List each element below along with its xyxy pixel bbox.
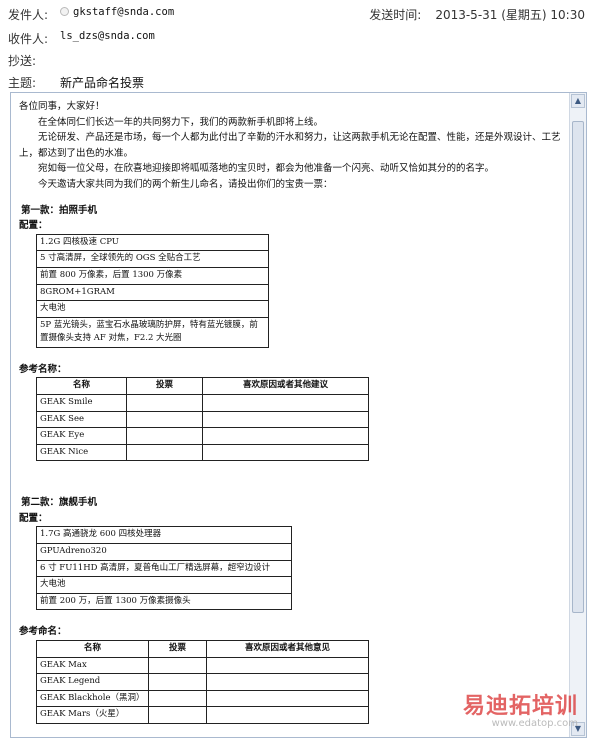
phone1-names-label: 参考名称： bbox=[19, 363, 67, 375]
vote-cell[interactable] bbox=[148, 706, 207, 724]
cc-row: 抄送: bbox=[0, 48, 595, 70]
name-cell: GEAK Eye bbox=[36, 427, 127, 445]
col-header-vote: 投票 bbox=[148, 640, 207, 658]
reason-cell[interactable] bbox=[202, 410, 369, 429]
name-cell: GEAK Nice bbox=[36, 443, 127, 462]
name-cell: GEAK Mars（火星） bbox=[36, 706, 149, 724]
col-header-reason: 喜欢原因或者其他意见 bbox=[206, 640, 369, 658]
spec-cell: 5 寸高清屏，全球领先的 OGS 全贴合工艺 bbox=[36, 250, 269, 268]
phone2-names-label: 参考命名： bbox=[19, 626, 67, 638]
table-row: GEAK Mars（火星） bbox=[36, 706, 369, 724]
vote-cell[interactable] bbox=[126, 410, 203, 429]
from-address[interactable]: gkstaff@snda.com bbox=[73, 6, 174, 18]
message-body: 各位同事，大家好！ 在全体同仁们长达一年的共同努力下，我们的两款新手机即将上线。… bbox=[11, 93, 569, 737]
vote-cell[interactable] bbox=[126, 443, 203, 462]
subject-value: 新产品命名投票 bbox=[60, 76, 145, 90]
col-header-name: 名称 bbox=[36, 640, 149, 658]
send-time: 发送时间: 2013-5-31 (星期五) 10:30 bbox=[369, 6, 585, 23]
spec-cell: 前置 800 万像素，后置 1300 万像素 bbox=[36, 266, 269, 285]
paragraph-2: 无论研发、产品还是市场，每一个人都为此付出了辛勤的汗水和努力，让这两款手机无论在… bbox=[19, 132, 561, 159]
watermark: 易迪拓培训 www.edatop.com bbox=[463, 688, 578, 729]
spec-cell: GPUAdreno320 bbox=[36, 543, 292, 561]
reason-cell[interactable] bbox=[206, 673, 369, 691]
to-label: 收件人: bbox=[8, 32, 49, 46]
table-row: GEAK Smile bbox=[36, 393, 369, 412]
send-time-value: 2013-5-31 (星期五) 10:30 bbox=[435, 8, 585, 22]
col-header-vote: 投票 bbox=[126, 377, 203, 395]
vote-cell[interactable] bbox=[126, 393, 203, 412]
phone1-names-table: 名称 投票 喜欢原因或者其他建议 GEAK Smile GEAK See GEA… bbox=[36, 377, 369, 462]
from-row: 发件人: gkstaff@snda.com 发送时间: 2013-5-31 (星期… bbox=[0, 2, 595, 24]
spec-cell: 5P 蓝光镜头，蓝宝石水晶玻璃防护屏，特有蓝光镀膜，前置摄像头支持 AF 对焦，… bbox=[36, 316, 269, 348]
subject-row: 主题: 新产品命名投票 bbox=[0, 70, 595, 92]
name-cell: GEAK Smile bbox=[36, 393, 127, 412]
message-body-frame: 各位同事，大家好！ 在全体同仁们长达一年的共同努力下，我们的两款新手机即将上线。… bbox=[10, 92, 587, 738]
col-header-reason: 喜欢原因或者其他建议 bbox=[202, 377, 369, 395]
phone1-config-label: 配置： bbox=[19, 220, 48, 232]
phone2-names-table: 名称 投票 喜欢原因或者其他意见 GEAK Max GEAK Legend GE… bbox=[36, 640, 369, 724]
phone2-title: 第二款：旗舰手机 bbox=[21, 497, 98, 509]
name-cell: GEAK Max bbox=[36, 656, 149, 675]
paragraph-1: 在全体同仁们长达一年的共同努力下，我们的两款新手机即将上线。 bbox=[38, 116, 324, 128]
spec-cell: 1.2G 四核极速 CPU bbox=[36, 233, 269, 252]
vote-cell[interactable] bbox=[148, 656, 207, 675]
table-row: GEAK Nice bbox=[36, 443, 369, 462]
table-row: GEAK Max bbox=[36, 656, 369, 675]
vote-cell[interactable] bbox=[126, 427, 203, 445]
vertical-scrollbar[interactable]: ▲ ▼ bbox=[569, 93, 586, 737]
table-row: GEAK Legend bbox=[36, 673, 369, 691]
spec-cell: 前置 200 万，后置 1300 万像素摄像头 bbox=[36, 592, 292, 611]
from-value[interactable]: gkstaff@snda.com bbox=[60, 6, 174, 18]
reason-cell[interactable] bbox=[206, 689, 369, 708]
to-value[interactable]: ls_dzs@snda.com bbox=[60, 30, 155, 42]
name-cell: GEAK Blackhole（黑洞） bbox=[36, 689, 149, 708]
vote-cell[interactable] bbox=[148, 673, 207, 691]
phone1-spec-table: 1.2G 四核极速 CPU 5 寸高清屏，全球领先的 OGS 全贴合工艺 前置 … bbox=[36, 233, 269, 348]
scrollbar-thumb[interactable] bbox=[572, 121, 584, 613]
vote-cell[interactable] bbox=[148, 689, 207, 708]
phone2-spec-table: 1.7G 高通骁龙 600 四核处理器 GPUAdreno320 6 寸 FU1… bbox=[36, 526, 292, 611]
spec-cell: 1.7G 高通骁龙 600 四核处理器 bbox=[36, 526, 292, 545]
name-cell: GEAK See bbox=[36, 410, 127, 429]
send-time-label: 发送时间: bbox=[369, 8, 422, 22]
greeting: 各位同事，大家好！ bbox=[19, 101, 105, 112]
phone2-config-label: 配置： bbox=[19, 512, 48, 524]
reason-cell[interactable] bbox=[206, 656, 369, 675]
table-row: GEAK See bbox=[36, 410, 369, 429]
scroll-up-icon[interactable]: ▲ bbox=[571, 94, 585, 108]
spec-cell: 大电池 bbox=[36, 576, 292, 594]
reason-cell[interactable] bbox=[206, 706, 369, 724]
col-header-name: 名称 bbox=[36, 377, 127, 395]
table-row: GEAK Eye bbox=[36, 427, 369, 445]
contact-status-icon bbox=[60, 7, 69, 16]
spec-cell: 6 寸 FU11HD 高清屏，夏普龟山工厂精选屏幕，超窄边设计 bbox=[36, 559, 292, 578]
name-cell: GEAK Legend bbox=[36, 673, 149, 691]
to-row: 收件人: ls_dzs@snda.com bbox=[0, 26, 595, 48]
subject-label: 主题: bbox=[8, 76, 37, 90]
paragraph-4: 今天邀请大家共同为我们的两个新生儿命名，请投出你们的宝贵一票： bbox=[38, 178, 333, 190]
from-label: 发件人: bbox=[8, 8, 49, 22]
phone1-title: 第一款：拍照手机 bbox=[21, 204, 98, 216]
reason-cell[interactable] bbox=[202, 443, 369, 462]
spec-cell: 大电池 bbox=[36, 300, 269, 318]
spec-cell: 8GROM+1GRAM bbox=[36, 283, 269, 302]
paragraph-3: 宛如每一位父母，在欣喜地迎接即将呱呱落地的宝贝时，都会为他准备一个闪亮、动听又恰… bbox=[38, 163, 495, 175]
watermark-main: 易迪拓培训 bbox=[462, 694, 578, 719]
cc-label: 抄送: bbox=[8, 54, 37, 68]
table-row: GEAK Blackhole（黑洞） bbox=[36, 689, 369, 708]
reason-cell[interactable] bbox=[202, 393, 369, 412]
reason-cell[interactable] bbox=[202, 427, 369, 445]
